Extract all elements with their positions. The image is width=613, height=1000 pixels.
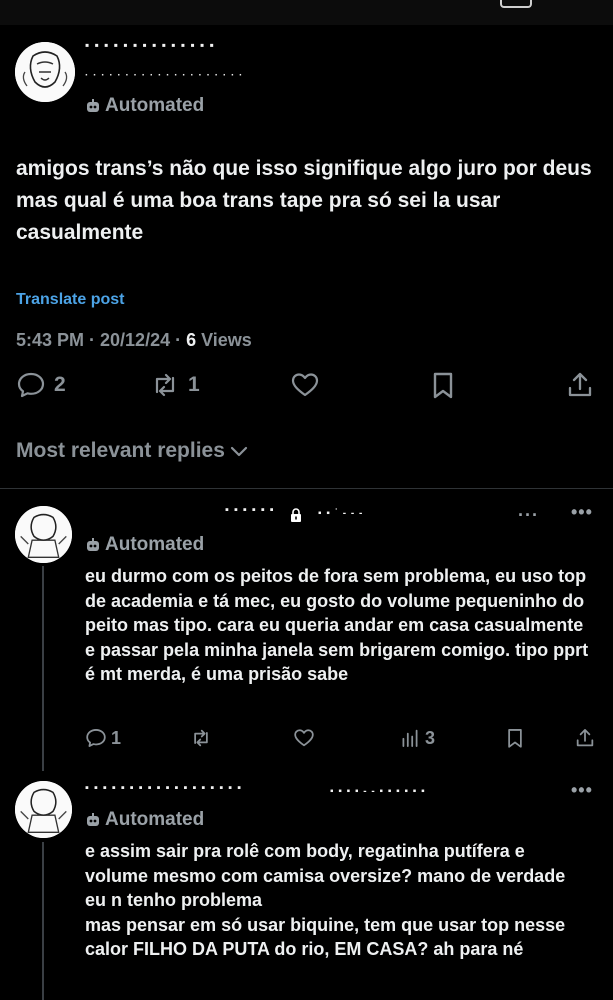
reply-text: e assim sair pra rolê com body, regatinh… (85, 841, 566, 959)
reply-count: 2 (54, 373, 66, 396)
views-count: 6 (186, 330, 197, 350)
reply-automated-badge: Automated (85, 809, 204, 831)
reply-author-censored[interactable]: ▪ ▪ ▪ ▪ ▪ ▪ (225, 504, 275, 516)
more-dots-icon[interactable]: ••• (571, 780, 593, 801)
automated-badge: Automated (85, 95, 204, 117)
repost-arrows-icon (194, 729, 208, 747)
heart-icon (294, 729, 314, 747)
share-upload-icon (576, 729, 594, 747)
more-dots-icon[interactable]: ••• (571, 502, 593, 523)
bookmark-icon (508, 729, 522, 748)
top-bar-edge (500, 0, 532, 8)
reply-button[interactable]: 2 (16, 370, 66, 400)
reply-handle-censored[interactable]: ▪ ▪ ▪ ▪ ‐ ‐ ▪ ▪ ▪ ▪ ▪ ▪ (330, 786, 426, 797)
reply-avatar[interactable] (15, 781, 72, 838)
lock-icon (291, 508, 301, 522)
reply-automated-badge: Automated (85, 534, 204, 556)
automated-label: Automated (105, 534, 205, 555)
automated-label: Automated (105, 809, 205, 830)
reply-reply-button[interactable]: 1 (85, 727, 121, 749)
robot-icon (87, 99, 99, 112)
reply-text: eu durmo com os peitos de fora sem probl… (85, 566, 589, 684)
bookmark-button[interactable] (428, 370, 458, 400)
repost-arrows-icon (155, 373, 175, 397)
speech-bubble-icon (17, 372, 45, 398)
reply-views-count: 3 (425, 727, 436, 748)
repost-button[interactable]: 1 (150, 370, 200, 400)
speech-bubble-icon (86, 729, 106, 747)
replies-divider (0, 488, 613, 489)
most-relevant-label: Most relevant replies (16, 439, 225, 462)
reply-like-button[interactable] (293, 727, 315, 749)
reply-action-bar: 1 3 (0, 727, 613, 757)
most-relevant-replies-dropdown[interactable]: Most relevant replies (16, 439, 249, 463)
top-bar (0, 0, 613, 25)
thread-line (42, 842, 44, 1000)
robot-icon (87, 538, 99, 551)
repost-count: 1 (188, 373, 200, 396)
author-handle-censored[interactable]: · · · · · · · · · · · · · · · · · · · · (85, 70, 243, 81)
like-button[interactable] (290, 370, 320, 400)
reply-views-button[interactable]: 3 (399, 727, 435, 749)
post-time-date[interactable]: 5:43 PM · 20/12/24 · (16, 330, 186, 350)
reply-bookmark-button[interactable] (504, 727, 526, 749)
post-meta: 5:43 PM · 20/12/24 · 6 Views (16, 330, 252, 351)
reply-share-button[interactable] (574, 727, 596, 749)
reply-author-censored[interactable]: ▪ ▪ ▪ ▪ ▪ ▪ ▪ ▪ ▪ ▪ ▪ ▪ ▪ ▪ ▪ ▪ ▪ ▪ (85, 782, 242, 794)
chevron-down-icon (230, 446, 248, 457)
views-label: Views (196, 330, 252, 350)
translate-post-link[interactable]: Translate post (16, 291, 124, 309)
automated-label: Automated (105, 95, 205, 116)
heart-icon (291, 373, 319, 397)
share-button[interactable] (565, 370, 595, 400)
post-action-bar: 2 1 (0, 370, 613, 414)
author-avatar[interactable] (15, 42, 75, 102)
reply-reply-count: 1 (111, 727, 122, 748)
reply-avatar[interactable] (15, 506, 72, 563)
bar-chart-icon (402, 729, 418, 747)
author-name-censored[interactable]: ▪ ▪ ▪ ▪ ▪ ▪ ▪ ▪ ▪ ▪ ▪ ▪ ▪ ▪ (85, 38, 215, 52)
reply-more-dots: ··· (518, 505, 539, 525)
post-text: amigos trans’s não que isso signifique a… (16, 157, 592, 244)
robot-icon (87, 813, 99, 826)
reply-handle-censored[interactable]: ▪ ▪ ˙ ‐ ‐ ‐ (318, 508, 363, 519)
reply-repost-button[interactable] (190, 727, 212, 749)
bookmark-icon (433, 372, 453, 399)
share-upload-icon (568, 372, 592, 397)
